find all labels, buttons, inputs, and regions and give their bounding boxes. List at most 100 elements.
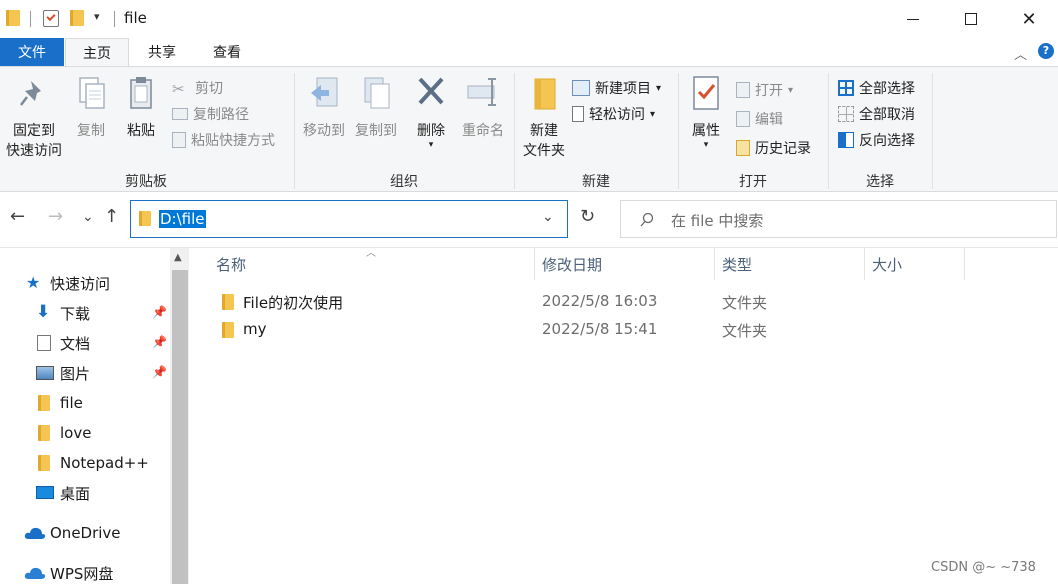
tab-file[interactable]: 文件 — [0, 38, 64, 66]
column-header-size[interactable]: 大小 — [872, 248, 902, 280]
tab-home[interactable]: 主页 — [65, 38, 129, 66]
address-input[interactable]: D:\file — [159, 210, 206, 228]
maximize-button[interactable] — [942, 0, 1000, 38]
sidebar-item-pictures[interactable]: 图片 📌 — [0, 358, 170, 388]
pictures-icon — [36, 366, 54, 380]
refresh-button[interactable]: ↻ — [580, 206, 595, 227]
select-all-label: 全部选择 — [859, 81, 915, 97]
address-dropdown-icon[interactable]: ⌄ — [542, 209, 554, 225]
move-to-button[interactable]: 移动到 — [298, 75, 350, 141]
folder-icon — [38, 425, 50, 441]
properties-dropdown-icon[interactable]: ▾ — [684, 141, 728, 150]
paste-button[interactable]: 粘贴 — [120, 75, 162, 141]
sidebar-item-label: WPS网盘 — [50, 564, 114, 583]
open-button[interactable]: 打开 ▾ — [736, 79, 793, 101]
delete-label: 删除 — [417, 123, 445, 139]
column-divider[interactable] — [714, 248, 715, 280]
cloud-icon — [24, 567, 46, 579]
paste-shortcut-button[interactable]: 粘贴快捷方式 — [172, 129, 275, 151]
document-icon — [37, 335, 51, 351]
properties-quick-icon[interactable] — [43, 10, 59, 27]
folder-icon — [222, 322, 234, 338]
tab-view[interactable]: 查看 — [195, 38, 259, 66]
delete-dropdown-icon[interactable]: ▾ — [410, 141, 452, 150]
sidebar-item-onedrive[interactable]: OneDrive — [0, 518, 170, 548]
column-divider[interactable] — [964, 248, 965, 280]
folder-icon — [139, 211, 151, 226]
sidebar-item-label: 下载 — [60, 304, 91, 323]
minimize-button[interactable] — [884, 0, 942, 38]
easy-access-button[interactable]: 轻松访问 ▾ — [572, 103, 655, 125]
column-divider[interactable] — [864, 248, 865, 280]
copy-to-button[interactable]: 复制到 — [350, 75, 402, 141]
help-icon[interactable]: ? — [1038, 43, 1054, 59]
navigation-bar: ← → ⌄ ↑ D:\file ⌄ ↻ 在 file 中搜索 — [0, 192, 1058, 248]
sidebar-item-label: 快速访问 — [50, 274, 111, 293]
new-folder-button[interactable]: 新建 文件夹 — [518, 75, 570, 161]
recent-locations-button[interactable]: ⌄ — [82, 209, 94, 225]
up-arrow-icon: ↑ — [104, 206, 120, 227]
invert-selection-button[interactable]: 反向选择 — [838, 129, 915, 151]
new-item-button[interactable]: 新建项目 ▾ — [572, 77, 661, 99]
address-bar[interactable]: D:\file ⌄ — [130, 200, 568, 238]
forward-button[interactable]: → — [48, 206, 63, 227]
folder-icon — [38, 395, 50, 411]
divider — [114, 11, 115, 27]
sidebar-item-label: OneDrive — [50, 524, 121, 542]
folder-icon — [6, 10, 20, 26]
select-none-button[interactable]: 全部取消 — [838, 103, 915, 125]
sidebar-item-desktop[interactable]: 桌面 — [0, 478, 170, 508]
divider — [30, 11, 31, 27]
copy-button[interactable]: 复制 — [70, 75, 112, 141]
search-icon — [640, 212, 654, 227]
ribbon-tabs: 文件 主页 共享 查看 ︿ ? — [0, 38, 1058, 66]
rename-button[interactable]: 重命名 — [456, 75, 510, 141]
chevron-down-icon: ▾ — [656, 82, 662, 94]
pin-icon[interactable]: 📌 — [152, 335, 167, 349]
sidebar-item-notepad[interactable]: Notepad++ — [0, 448, 170, 478]
up-button[interactable]: ↑ — [104, 206, 119, 227]
column-divider[interactable] — [534, 248, 535, 280]
pin-icon — [20, 81, 41, 106]
download-icon: ⬇ — [36, 302, 51, 322]
history-button[interactable]: 历史记录 — [736, 137, 811, 159]
title-bar: ▾ file ✕ — [0, 0, 1058, 38]
pin-label-line2: 快速访问 — [6, 143, 62, 159]
delete-button[interactable]: 删除 ▾ — [410, 75, 452, 150]
pin-to-quick-access-button[interactable]: 固定到 快速访问 — [2, 75, 66, 161]
select-all-button[interactable]: 全部选择 — [838, 77, 915, 99]
edit-button[interactable]: 编辑 — [736, 108, 783, 130]
tab-share[interactable]: 共享 — [129, 38, 195, 66]
column-header-name[interactable]: 名称 — [216, 248, 246, 280]
scroll-up-icon[interactable]: ▲ — [174, 252, 182, 263]
close-button[interactable]: ✕ — [1000, 0, 1058, 38]
new-folder-label-line2: 文件夹 — [523, 143, 565, 159]
column-header-type[interactable]: 类型 — [722, 248, 752, 280]
copy-path-button[interactable]: 复制路径 — [172, 103, 249, 125]
table-row[interactable]: my 2022/5/8 15:41 文件夹 — [190, 316, 1058, 344]
sidebar-item-documents[interactable]: 文档 📌 — [0, 328, 170, 358]
pin-icon[interactable]: 📌 — [152, 365, 167, 379]
cut-label: 剪切 — [195, 81, 223, 97]
cut-button[interactable]: ✂ 剪切 — [172, 77, 223, 99]
column-header-modified[interactable]: 修改日期 — [542, 248, 602, 280]
search-box[interactable]: 在 file 中搜索 — [620, 200, 1057, 238]
chevron-down-icon: ▾ — [650, 108, 656, 120]
sidebar-item-love[interactable]: love — [0, 418, 170, 448]
pin-icon[interactable]: 📌 — [152, 305, 167, 319]
new-folder-quick-icon[interactable] — [70, 10, 84, 26]
sidebar-scrollbar-thumb[interactable] — [172, 270, 188, 584]
edit-icon — [736, 111, 750, 127]
sidebar-item-file[interactable]: file — [0, 388, 170, 418]
invert-selection-label: 反向选择 — [859, 133, 915, 149]
back-button[interactable]: ← — [10, 206, 25, 227]
sidebar-item-downloads[interactable]: ⬇ 下载 📌 — [0, 298, 170, 328]
paste-shortcut-label: 粘贴快捷方式 — [191, 133, 275, 149]
collapse-ribbon-icon[interactable]: ︿ — [1014, 44, 1027, 63]
customize-quick-access-icon[interactable]: ▾ — [94, 10, 100, 23]
properties-button[interactable]: 属性 ▾ — [684, 75, 728, 150]
sidebar-item-quick-access[interactable]: ★ 快速访问 — [0, 268, 170, 298]
table-row[interactable]: File的初次使用 2022/5/8 16:03 文件夹 — [190, 288, 1058, 316]
search-input[interactable]: 在 file 中搜索 — [671, 210, 763, 231]
properties-icon — [693, 76, 719, 110]
